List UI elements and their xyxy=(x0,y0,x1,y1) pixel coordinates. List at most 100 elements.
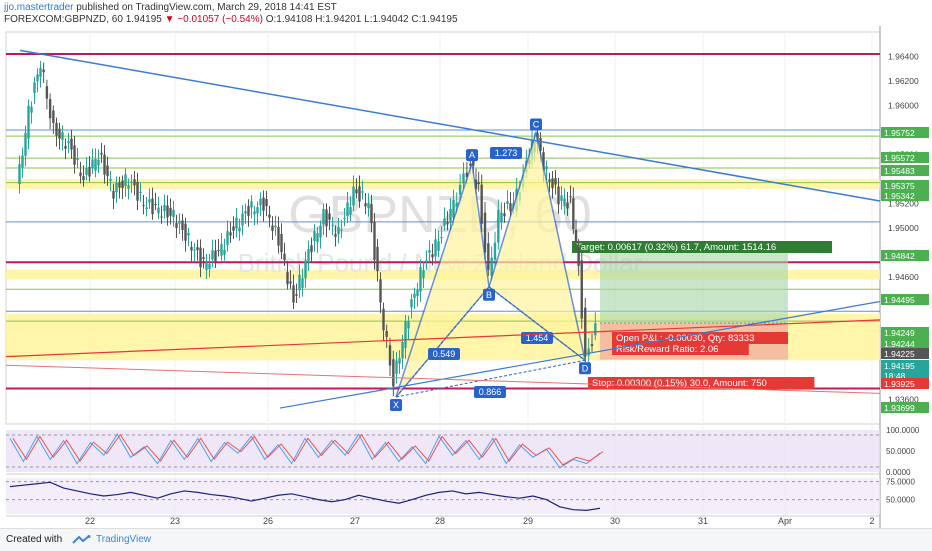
candle-body xyxy=(319,225,322,238)
candle-body xyxy=(190,247,193,251)
candle-body xyxy=(217,249,220,251)
candle-body xyxy=(295,294,298,296)
x-tick-label: 26 xyxy=(263,516,273,526)
candle-body xyxy=(310,245,313,253)
candle-body xyxy=(301,278,304,288)
candle-body xyxy=(328,213,331,220)
candle-body xyxy=(340,229,343,231)
candle-body xyxy=(154,203,157,205)
candle-body xyxy=(115,182,118,193)
candle-body xyxy=(307,248,310,261)
candle-body xyxy=(24,132,27,156)
candle-body xyxy=(379,279,382,303)
candle-body xyxy=(139,191,142,194)
price-badge-label: 1.93925 xyxy=(884,379,915,389)
candle-body xyxy=(244,211,247,214)
candle-body xyxy=(103,154,106,175)
candle-body xyxy=(401,341,404,359)
x-tick-label: 27 xyxy=(350,516,360,526)
candle-body xyxy=(283,253,286,260)
x-tick-label: 29 xyxy=(523,516,533,526)
candle-body xyxy=(106,165,109,177)
candle-body xyxy=(202,257,205,259)
footer: Created with TradingView xyxy=(0,528,932,551)
candle-body xyxy=(577,247,580,266)
candle-body xyxy=(160,216,163,218)
y-tick-label: 1.96200 xyxy=(888,76,919,86)
stoch-tick-label: 0.0000 xyxy=(886,468,911,477)
y-tick-label: 1.96000 xyxy=(888,101,919,111)
candle-body xyxy=(398,358,401,364)
candle-body xyxy=(437,241,440,251)
candle-body xyxy=(184,223,187,241)
y-tick-label: 1.94600 xyxy=(888,272,919,282)
candle-body xyxy=(425,259,428,261)
rsi-tick-label: 75.0000 xyxy=(886,478,915,487)
pattern-ratio-label: 0.549 xyxy=(433,349,456,359)
x-tick-label: 2 xyxy=(869,516,874,526)
candle-body xyxy=(563,198,566,207)
candle-body xyxy=(373,221,376,260)
candle-body xyxy=(428,250,431,253)
candle-body xyxy=(27,105,30,139)
tradingview-brand[interactable]: TradingView xyxy=(96,534,151,545)
candle-body xyxy=(172,209,175,218)
candle-body xyxy=(480,184,483,224)
candle-body xyxy=(250,201,253,208)
candle-body xyxy=(392,359,395,387)
candle-body xyxy=(226,231,229,246)
candle-body xyxy=(85,168,88,175)
candle-body xyxy=(265,198,268,207)
x-tick-label: Apr xyxy=(778,516,792,526)
candle-body xyxy=(196,247,199,251)
pattern-point-label: D xyxy=(582,363,589,373)
pattern-point-label: A xyxy=(469,150,475,160)
tradingview-logo-icon xyxy=(72,535,91,544)
candle-body xyxy=(580,260,583,319)
candle-body xyxy=(241,213,244,226)
x-tick-label: 30 xyxy=(610,516,620,526)
candle-body xyxy=(367,203,370,209)
chart-canvas[interactable]: GBPNZD, 60 British Pound / New Zealand D… xyxy=(0,0,932,528)
candle-body xyxy=(211,250,214,260)
candle-body xyxy=(292,285,295,303)
x-tick-label: 23 xyxy=(170,516,180,526)
candle-body xyxy=(358,186,361,202)
price-badge-label: 1.95483 xyxy=(884,166,915,176)
candle-body xyxy=(151,198,154,215)
candle-body xyxy=(118,182,121,188)
rsi-tick-label: 50.0000 xyxy=(886,496,915,505)
candle-body xyxy=(280,233,283,253)
candle-body xyxy=(477,182,480,185)
candle-body xyxy=(487,243,490,270)
candle-body xyxy=(61,132,64,140)
candle-body xyxy=(214,250,217,262)
price-badge-label: 1.94495 xyxy=(884,295,915,305)
candle-body xyxy=(39,67,42,77)
candle-body xyxy=(112,191,115,199)
candle-body xyxy=(313,231,316,242)
candle-body xyxy=(42,69,45,73)
target-label: Target: 0.00617 (0.32%) 61.7, Amount: 15… xyxy=(576,242,776,253)
price-badge-label: 1.94244 xyxy=(884,339,915,349)
candle-body xyxy=(419,267,422,292)
stoch-tick-label: 50.0000 xyxy=(886,447,915,456)
candle-body xyxy=(395,360,398,374)
pattern-ratio-label: 1.273 xyxy=(495,148,518,158)
candle-body xyxy=(440,237,443,239)
candle-body xyxy=(130,181,133,183)
x-tick-label: 31 xyxy=(698,516,708,526)
candle-body xyxy=(572,198,575,230)
candle-body xyxy=(385,330,388,338)
price-badge-label: 1.95342 xyxy=(884,191,915,201)
candle-body xyxy=(446,222,449,225)
candle-body xyxy=(73,145,76,165)
candle-body xyxy=(551,178,554,188)
candle-body xyxy=(493,242,497,260)
candle-body xyxy=(370,204,373,224)
pattern-point-label: C xyxy=(533,119,540,129)
candle-body xyxy=(48,99,52,119)
candle-body xyxy=(361,191,364,193)
candle-body xyxy=(142,205,145,207)
candle-body xyxy=(443,218,446,226)
